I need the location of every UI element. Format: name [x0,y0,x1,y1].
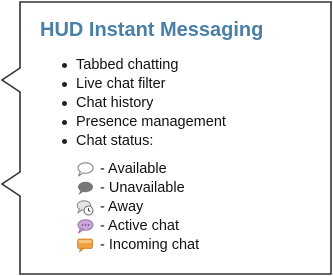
speech-bubble-orange-icon [77,238,93,253]
status-item-available: - Available [76,160,199,179]
speech-bubble-gray-icon [78,181,93,195]
feature-label: Chat history [76,95,154,111]
list-item: Presence management [60,113,226,132]
bullet-icon [62,82,67,87]
bullet-icon [62,101,67,106]
feature-label: Presence management [76,114,226,130]
feature-list: Tabbed chatting Live chat filter Chat hi… [60,56,226,151]
info-callout: HUD Instant Messaging Tabbed chatting Li… [0,0,333,276]
bullet-icon [62,139,67,144]
status-item-unavailable: - Unavailable [76,179,199,198]
speech-bubble-purple-icon [77,219,94,234]
speech-bubble-outline-icon [77,162,94,177]
status-label: - Available [100,161,167,177]
panel-title: HUD Instant Messaging [40,19,264,41]
list-item: Tabbed chatting [60,56,226,75]
list-item: Live chat filter [60,75,226,94]
status-item-active-chat: - Active chat [76,217,199,236]
speech-bubble-clock-icon [76,200,94,216]
status-label: - Active chat [100,218,179,234]
feature-label: Live chat filter [76,76,166,92]
status-item-incoming-chat: - Incoming chat [76,236,199,255]
feature-label: Tabbed chatting [76,57,179,73]
feature-label: Chat status: [76,133,154,149]
bullet-icon [62,120,67,125]
bullet-icon [62,63,67,68]
status-item-away: - Away [76,198,199,217]
list-item: Chat history [60,94,226,113]
status-label: - Incoming chat [100,237,200,253]
chat-status-list: - Available - Unavailable - Away - Activ… [76,160,199,255]
status-label: - Away [100,199,144,215]
list-item: Chat status: [60,132,226,151]
status-label: - Unavailable [100,180,185,196]
